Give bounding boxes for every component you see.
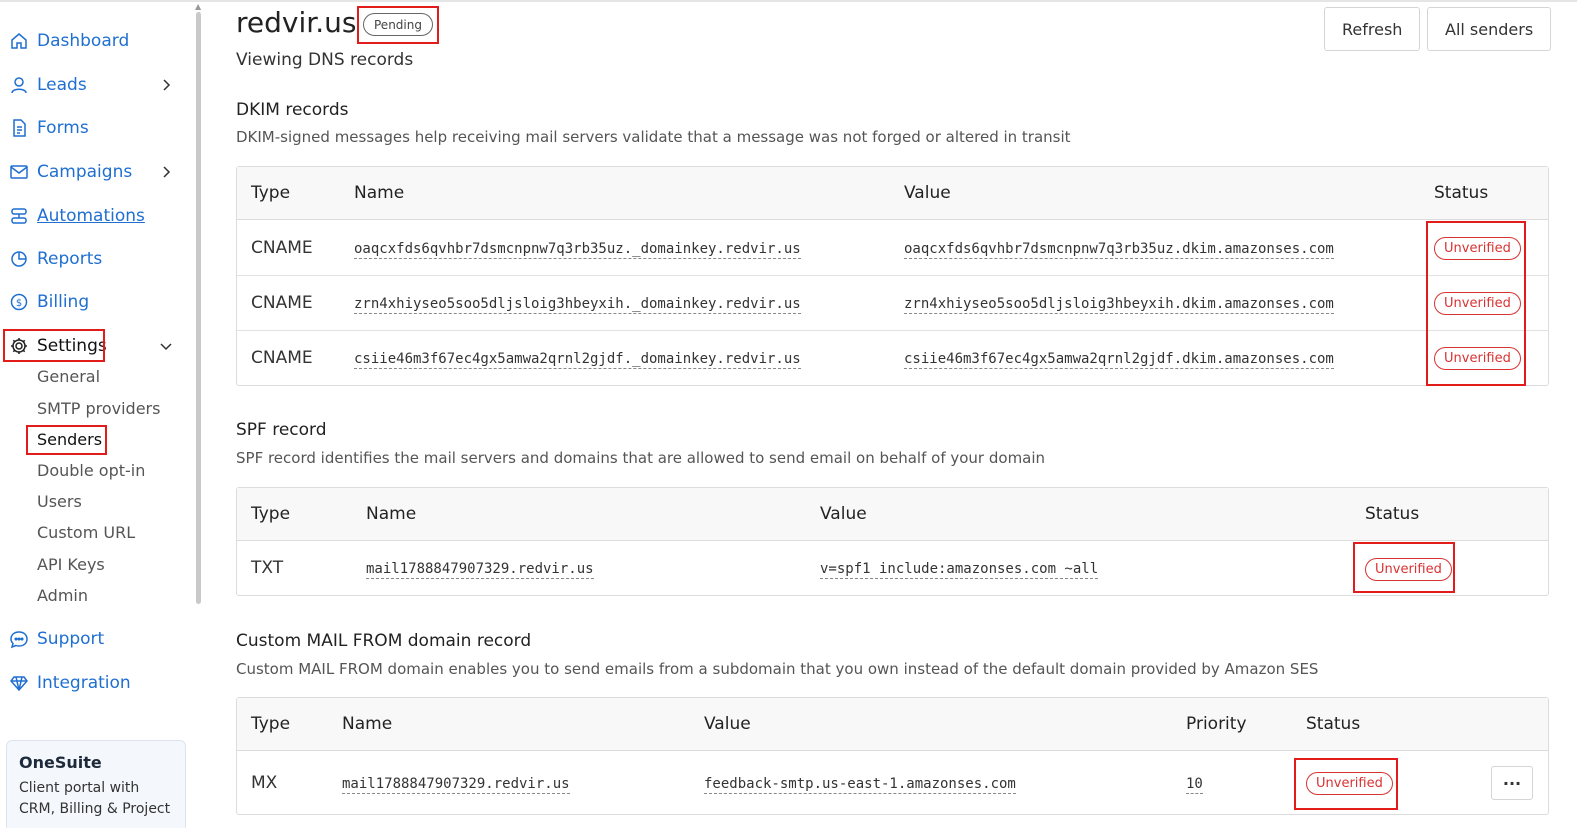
chat-icon <box>8 628 30 650</box>
pending-highlight <box>357 6 439 44</box>
chevron-right-icon <box>163 79 171 91</box>
user-icon <box>8 74 30 96</box>
mailfrom-row-name[interactable]: mail1788847907329.redvir.us <box>342 776 570 794</box>
ellipsis-icon: ··· <box>1502 773 1522 793</box>
chevron-down-icon <box>160 343 172 351</box>
spf-row-value[interactable]: v=spf1 include:amazonses.com ~all <box>820 561 1099 579</box>
sidebar-item-forms[interactable]: Forms <box>8 112 89 144</box>
page-title: redvir.us <box>236 6 357 39</box>
col-value: Value <box>704 714 751 734</box>
col-status: Status <box>1306 714 1361 734</box>
svg-text:$: $ <box>16 298 22 309</box>
col-name: Name <box>342 714 393 734</box>
sidebar-item-campaigns[interactable]: Campaigns <box>8 156 188 188</box>
sidebar-item-label: Campaigns <box>37 162 133 182</box>
table-header: Type Name Value Priority Status <box>237 698 1548 751</box>
dkim-row-3-value[interactable]: csiie46m3f67ec4gx5amwa2qrnl2gjdf.dkim.am… <box>904 351 1334 369</box>
spf-row-type: TXT <box>251 558 284 578</box>
spf-row-name[interactable]: mail1788847907329.redvir.us <box>366 561 594 579</box>
home-icon <box>8 30 30 52</box>
mailfrom-row-type: MX <box>251 773 278 793</box>
settings-highlight <box>3 329 105 362</box>
envelope-icon <box>8 161 30 183</box>
dkim-row-1-type: CNAME <box>251 238 313 258</box>
col-type: Type <box>251 183 291 203</box>
sidebar-item-label: Reports <box>37 249 103 269</box>
dkim-status-highlight <box>1426 221 1526 386</box>
sidebar-item-billing[interactable]: $ Billing <box>8 286 89 318</box>
dkim-row-1-value[interactable]: oaqcxfds6qvhbr7dsmcnpnw7q3rb35uz.dkim.am… <box>904 241 1334 259</box>
spf-heading: SPF record <box>236 420 327 440</box>
sidebar-item-label: Integration <box>37 673 131 693</box>
sidebar-item-label: Automations <box>37 206 145 226</box>
sidebar-item-label: Support <box>37 629 105 649</box>
row-divider <box>237 330 1548 331</box>
col-name: Name <box>354 183 405 203</box>
table-header: Type Name Value Status <box>237 167 1548 220</box>
sidebar-sub-users[interactable]: Users <box>37 492 82 511</box>
top-divider <box>0 0 1577 2</box>
table-header: Type Name Value Status <box>237 488 1548 541</box>
sidebar-sub-general[interactable]: General <box>37 367 100 386</box>
dkim-row-2-name[interactable]: zrn4xhiyseo5soo5dljsloig3hbeyxih._domain… <box>354 296 801 314</box>
sidebar-item-automations[interactable]: Automations <box>8 200 145 232</box>
col-name: Name <box>366 504 417 524</box>
sidebar: Dashboard Leads Forms Campaigns Automati… <box>0 0 201 828</box>
col-type: Type <box>251 714 291 734</box>
dkim-row-2-type: CNAME <box>251 293 313 313</box>
promo-title: OneSuite <box>19 753 102 772</box>
sidebar-item-label: Leads <box>37 75 87 95</box>
promo-card[interactable]: OneSuite Client portal with CRM, Billing… <box>6 740 186 828</box>
sidebar-item-reports[interactable]: Reports <box>8 243 102 275</box>
sidebar-scrollbar[interactable] <box>196 12 201 604</box>
dkim-heading: DKIM records <box>236 100 349 120</box>
dollar-icon: $ <box>8 291 30 313</box>
col-status: Status <box>1365 504 1420 524</box>
sidebar-item-dashboard[interactable]: Dashboard <box>8 25 129 57</box>
dkim-row-3-type: CNAME <box>251 348 313 368</box>
sidebar-sub-admin[interactable]: Admin <box>37 586 88 605</box>
chevron-right-icon <box>163 166 171 178</box>
sidebar-item-label: Forms <box>37 118 89 138</box>
senders-highlight <box>26 425 107 455</box>
refresh-button[interactable]: Refresh <box>1324 7 1421 51</box>
sidebar-sub-api-keys[interactable]: API Keys <box>37 555 105 574</box>
col-value: Value <box>820 504 867 524</box>
col-value: Value <box>904 183 951 203</box>
sidebar-sub-custom-url[interactable]: Custom URL <box>37 523 135 542</box>
mailfrom-row-value[interactable]: feedback-smtp.us-east-1.amazonses.com <box>704 776 1016 794</box>
page-subtitle: Viewing DNS records <box>236 50 414 70</box>
dkim-row-3-name[interactable]: csiie46m3f67ec4gx5amwa2qrnl2gjdf._domain… <box>354 351 801 369</box>
mailfrom-status-highlight <box>1294 758 1398 810</box>
document-icon <box>8 117 30 139</box>
dkim-row-1-name[interactable]: oaqcxfds6qvhbr7dsmcnpnw7q3rb35uz._domain… <box>354 241 801 259</box>
col-priority: Priority <box>1186 714 1247 734</box>
sidebar-sub-smtp-providers[interactable]: SMTP providers <box>37 399 160 418</box>
sidebar-item-label: Billing <box>37 292 90 312</box>
chart-icon <box>8 248 30 270</box>
dkim-row-2-value[interactable]: zrn4xhiyseo5soo5dljsloig3hbeyxih.dkim.am… <box>904 296 1334 314</box>
scroll-up-arrow-icon[interactable]: ▲ <box>195 2 201 11</box>
promo-description: Client portal with CRM, Billing & Projec… <box>19 780 171 817</box>
spf-status-highlight <box>1353 542 1455 593</box>
mailfrom-heading: Custom MAIL FROM domain record <box>236 631 532 651</box>
mailfrom-row-priority[interactable]: 10 <box>1186 776 1203 794</box>
dkim-table: Type Name Value Status CNAME oaqcxfds6qv… <box>236 166 1549 386</box>
more-options-button[interactable]: ··· <box>1491 766 1533 800</box>
diamond-icon <box>8 672 30 694</box>
dkim-description: DKIM-signed messages help receiving mail… <box>236 128 1071 146</box>
row-divider <box>237 275 1548 276</box>
sidebar-item-leads[interactable]: Leads <box>8 69 188 101</box>
mailfrom-description: Custom MAIL FROM domain enables you to s… <box>236 660 1319 678</box>
sidebar-item-support[interactable]: Support <box>8 623 104 655</box>
sidebar-sub-double-opt-in[interactable]: Double opt-in <box>37 461 145 480</box>
sidebar-item-label: Dashboard <box>37 31 130 51</box>
col-type: Type <box>251 504 291 524</box>
automation-icon <box>8 205 30 227</box>
all-senders-button[interactable]: All senders <box>1427 7 1552 51</box>
sidebar-item-integration[interactable]: Integration <box>8 667 131 699</box>
spf-description: SPF record identifies the mail servers a… <box>236 449 1046 467</box>
col-status: Status <box>1434 183 1489 203</box>
